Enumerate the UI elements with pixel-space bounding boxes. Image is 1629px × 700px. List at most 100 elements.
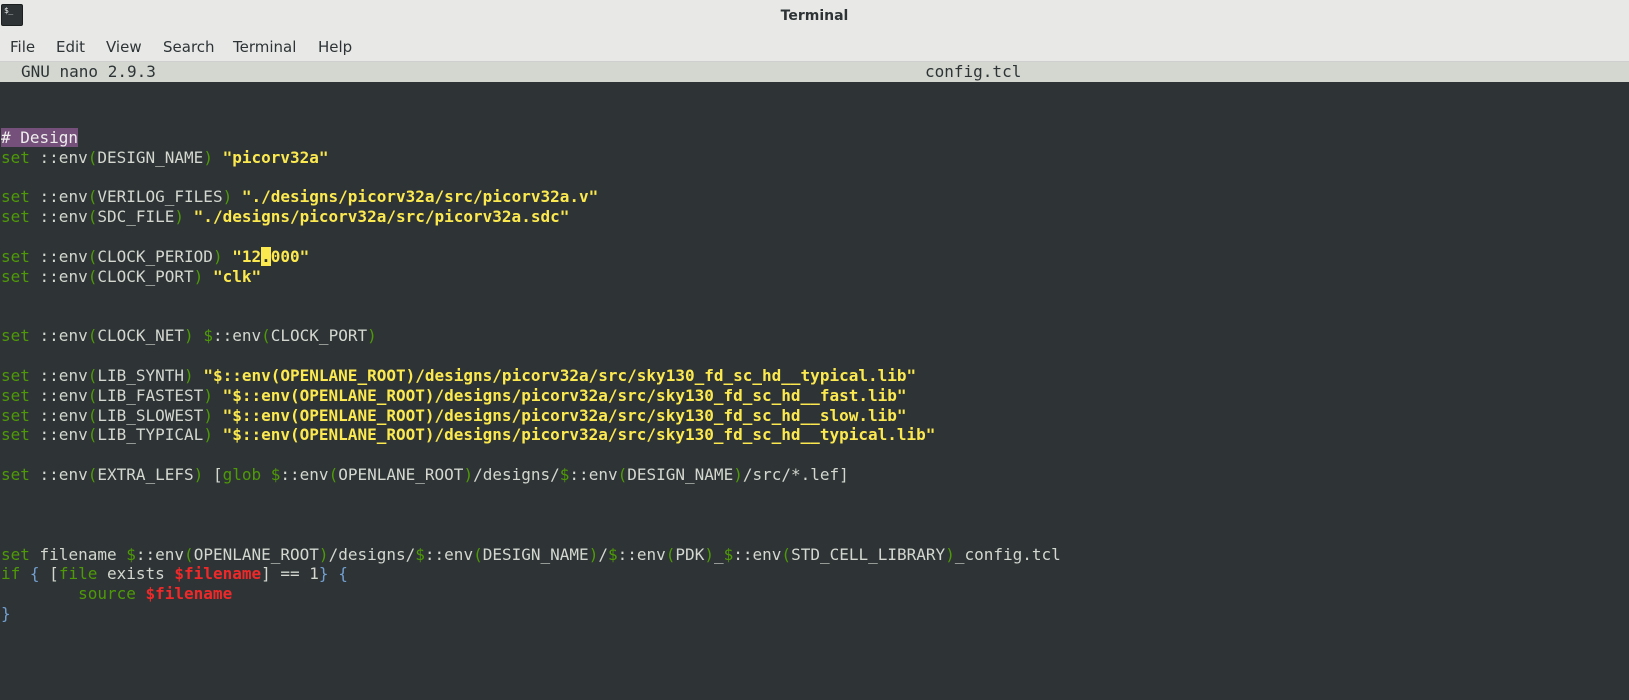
code-token: CLOCK_PORT xyxy=(97,266,194,286)
code-token: ::env xyxy=(29,207,88,227)
code-token: ) xyxy=(193,266,213,286)
code-line[interactable]: set ::env(CLOCK_NET) $::env(CLOCK_PORT) xyxy=(1,326,377,346)
code-token: ( xyxy=(87,266,98,286)
code-token: $filename xyxy=(174,564,262,584)
code-token: DESIGN_NAME xyxy=(97,147,204,167)
code-token: ) xyxy=(193,465,213,485)
code-token: ) xyxy=(184,365,204,385)
code-token: exists xyxy=(97,564,175,584)
code-token: "12 xyxy=(232,246,262,266)
code-token: ) xyxy=(174,207,194,227)
code-token: set xyxy=(1,544,30,564)
code-line[interactable]: set ::env(LIB_FASTEST) "$::env(OPENLANE_… xyxy=(1,386,907,406)
editor-text-area[interactable]: # Design set ::env(DESIGN_NAME) "picorv32… xyxy=(0,82,1629,700)
title-bar[interactable]: $_ Terminal xyxy=(0,0,1629,34)
code-token: ) xyxy=(203,425,223,445)
code-token: _ xyxy=(713,544,724,564)
code-token: "picorv32a" xyxy=(222,147,329,167)
code-token: source xyxy=(78,584,136,604)
code-token: ( xyxy=(87,326,98,346)
code-token: ) xyxy=(184,326,204,346)
menu-view[interactable]: View xyxy=(106,33,142,61)
code-line[interactable]: if { [file exists $filename] == 1} { xyxy=(1,564,348,584)
menu-edit[interactable]: Edit xyxy=(56,33,85,61)
nano-version: GNU nano 2.9.3 xyxy=(21,62,156,81)
code-token: ::env xyxy=(135,544,185,564)
code-line[interactable]: set ::env(CLOCK_PERIOD) "12.000" xyxy=(1,246,310,267)
code-token: LIB_FASTEST xyxy=(97,385,204,405)
code-token: [ xyxy=(212,465,223,485)
code-token: ) xyxy=(212,246,233,266)
code-line[interactable]: set ::env(CLOCK_PORT) "clk" xyxy=(1,267,261,287)
code-token: set xyxy=(1,266,30,286)
menu-search[interactable]: Search xyxy=(163,33,215,61)
code-token: $ xyxy=(126,544,136,564)
code-token: ::env xyxy=(29,246,88,266)
code-token: ( xyxy=(665,544,676,564)
code-token: ( xyxy=(184,544,194,564)
code-token: ) xyxy=(733,465,743,485)
code-token: "$::env(OPENLANE_ROOT)/designs/picorv32a… xyxy=(222,385,907,405)
code-token: "./designs/picorv32a/src/picorv32a.v" xyxy=(241,187,599,207)
code-token: "$::env(OPENLANE_ROOT)/designs/picorv32a… xyxy=(222,405,907,425)
code-token: ) xyxy=(203,405,223,425)
code-token: $ xyxy=(559,465,570,485)
code-line[interactable]: set ::env(LIB_TYPICAL) "$::env(OPENLANE_… xyxy=(1,425,935,445)
code-token: set xyxy=(1,405,30,425)
code-token: ( xyxy=(87,147,98,167)
code-token: ) xyxy=(222,187,242,207)
menu-file[interactable]: File xyxy=(10,33,35,61)
code-token: ( xyxy=(473,544,483,564)
code-token: ) xyxy=(203,147,223,167)
code-token: $ xyxy=(607,544,618,564)
code-line[interactable]: set ::env(EXTRA_LEFS) [glob $::env(OPENL… xyxy=(1,465,849,485)
code-token: ( xyxy=(87,405,98,425)
code-token: ( xyxy=(261,326,271,346)
code-token: /designs/ xyxy=(473,465,560,485)
code-line[interactable]: set ::env(SDC_FILE) "./designs/picorv32a… xyxy=(1,207,569,227)
code-token: set xyxy=(1,326,30,346)
code-token: ( xyxy=(87,365,98,385)
code-token: "clk" xyxy=(212,266,262,286)
code-line[interactable]: set filename $::env(OPENLANE_ROOT)/desig… xyxy=(1,545,1061,565)
code-token: /designs/ xyxy=(328,544,416,564)
menu-help[interactable]: Help xyxy=(318,33,352,61)
code-token: DESIGN_NAME xyxy=(482,544,589,564)
code-token: "./designs/picorv32a/src/picorv32a.sdc" xyxy=(193,207,570,227)
code-token: _config.tcl xyxy=(954,544,1061,564)
code-token: CLOCK_PORT xyxy=(270,326,368,346)
code-token: / xyxy=(598,544,608,564)
code-token: ) xyxy=(203,385,223,405)
code-token: ::env xyxy=(29,266,88,286)
code-token: set xyxy=(1,246,30,266)
code-token: ] == 1 xyxy=(261,564,319,584)
code-token: ( xyxy=(87,187,98,207)
code-line[interactable]: } xyxy=(1,604,11,624)
code-token: ::env xyxy=(29,425,88,445)
code-token: ::env xyxy=(733,544,782,564)
code-token: set xyxy=(1,147,30,167)
code-line[interactable]: set ::env(VERILOG_FILES) "./designs/pico… xyxy=(1,187,598,207)
code-token: ) xyxy=(945,544,955,564)
code-token: ::env xyxy=(280,465,329,485)
code-line[interactable]: set ::env(DESIGN_NAME) "picorv32a" xyxy=(1,148,329,168)
code-token: 000" xyxy=(270,246,310,266)
code-token: [ xyxy=(39,564,59,584)
code-line[interactable]: set ::env(LIB_SLOWEST) "$::env(OPENLANE_… xyxy=(1,406,907,426)
code-line[interactable]: # Design xyxy=(1,127,79,148)
code-token: EXTRA_LEFS xyxy=(97,465,194,485)
menu-terminal[interactable]: Terminal xyxy=(233,33,296,61)
code-token: CLOCK_PERIOD xyxy=(97,246,213,266)
code-line[interactable]: source $filename xyxy=(1,584,232,604)
code-token: ( xyxy=(617,465,628,485)
code-token: CLOCK_NET xyxy=(97,326,185,346)
code-token: ) xyxy=(588,544,599,564)
code-token: ( xyxy=(87,465,98,485)
code-line[interactable]: set ::env(LIB_SYNTH) "$::env(OPENLANE_RO… xyxy=(1,366,916,386)
code-token: STD_CELL_LIBRARY xyxy=(791,544,946,564)
